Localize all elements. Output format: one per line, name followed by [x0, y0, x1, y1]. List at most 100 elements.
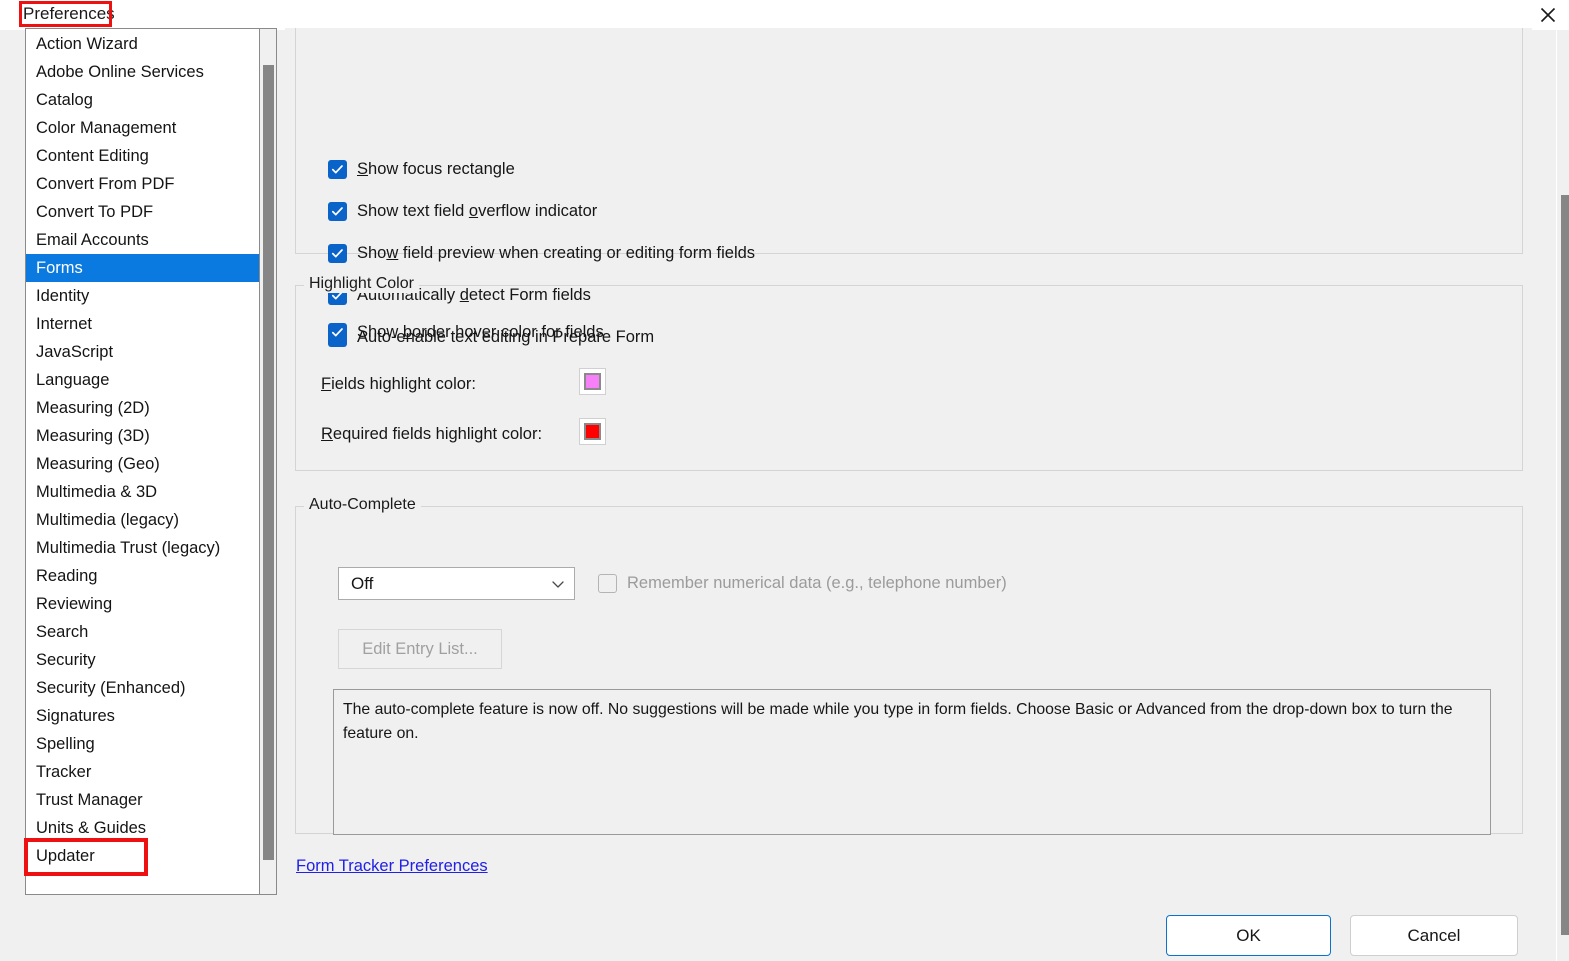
sidebar-item-search[interactable]: Search	[26, 618, 259, 646]
sidebar-scrollbar-thumb[interactable]	[263, 65, 274, 860]
checkbox-check-icon[interactable]	[328, 243, 347, 263]
edit-entry-list-button[interactable]: Edit Entry List...	[338, 629, 502, 669]
sidebar-item-forms[interactable]: Forms	[26, 254, 259, 282]
close-icon[interactable]	[1527, 0, 1569, 30]
sidebar-item-color-management[interactable]: Color Management	[26, 114, 259, 142]
checkbox-label-show-overflow-indicator: Show text field overflow indicator	[357, 202, 598, 220]
sidebar-item-reading[interactable]: Reading	[26, 562, 259, 590]
page-scrollbar[interactable]	[1557, 30, 1569, 961]
title-bar: Preferences	[0, 0, 1569, 30]
sidebar-item-label: Content Editing	[36, 147, 149, 165]
required-fields-highlight-color-swatch-button[interactable]	[579, 418, 606, 445]
sidebar-item-measuring-3d[interactable]: Measuring (3D)	[26, 422, 259, 450]
sidebar-item-convert-from-pdf[interactable]: Convert From PDF	[26, 170, 259, 198]
sidebar-item-label: Security (Enhanced)	[36, 679, 186, 697]
checkbox-label-show-field-preview: Show field preview when creating or edit…	[357, 244, 756, 262]
sidebar-item-measuring-2d[interactable]: Measuring (2D)	[26, 394, 259, 422]
checkbox-label-remember-numerical-data: Remember numerical data (e.g., telephone…	[627, 574, 1007, 592]
sidebar-item-label: Reading	[36, 567, 98, 585]
sidebar-item-action-wizard[interactable]: Action Wizard	[26, 30, 259, 58]
checkbox-check-icon[interactable]	[328, 322, 347, 342]
sidebar-item-adobe-online-services[interactable]: Adobe Online Services	[26, 58, 259, 86]
sidebar-item-multimedia-3d[interactable]: Multimedia & 3D	[26, 478, 259, 506]
sidebar-item-email-accounts[interactable]: Email Accounts	[26, 226, 259, 254]
fields-highlight-color-label: Fields highlight color:	[321, 375, 477, 393]
highlight-color-group: Highlight Color Show border hover color …	[295, 275, 1523, 471]
checkbox-row-show-field-preview[interactable]: Show field preview when creating or edit…	[328, 243, 755, 263]
sidebar-item-updater[interactable]: Updater	[26, 842, 259, 870]
auto-complete-mode-value: Off	[351, 573, 374, 593]
sidebar-item-label: Multimedia (legacy)	[36, 511, 180, 529]
auto-complete-description-textbox: The auto-complete feature is now off. No…	[333, 689, 1491, 835]
sidebar-item-label: Measuring (2D)	[36, 399, 150, 417]
sidebar-item-label: Email Accounts	[36, 231, 149, 249]
sidebar-item-internet[interactable]: Internet	[26, 310, 259, 338]
sidebar-item-multimedia-legacy[interactable]: Multimedia (legacy)	[26, 506, 259, 534]
sidebar-scrollbar[interactable]	[259, 29, 276, 894]
checkbox-row-remember-numerical-data[interactable]: Remember numerical data (e.g., telephone…	[598, 573, 1007, 593]
sidebar-item-label: Color Management	[36, 119, 177, 137]
auto-complete-group: Auto-Complete Off Remember numerical dat…	[295, 496, 1523, 835]
ok-button[interactable]: OK	[1166, 915, 1331, 956]
checkbox-empty-icon[interactable]	[598, 573, 617, 593]
sidebar-item-convert-to-pdf[interactable]: Convert To PDF	[26, 198, 259, 226]
sidebar-item-label: Spelling	[36, 735, 95, 753]
sidebar-item-label: Reviewing	[36, 595, 113, 613]
checkbox-row-show-focus-rectangle[interactable]: Show focus rectangle	[328, 159, 515, 179]
sidebar-item-label: Multimedia & 3D	[36, 483, 158, 501]
sidebar-item-label: Multimedia Trust (legacy)	[36, 539, 221, 557]
checkbox-label-show-border-hover-color: Show border hover color for fields	[357, 323, 604, 341]
sidebar-item-label: Adobe Online Services	[36, 63, 204, 81]
sidebar-item-label: Catalog	[36, 91, 93, 109]
sidebar-item-tracker[interactable]: Tracker	[26, 758, 259, 786]
sidebar-item-units-guides[interactable]: Units & Guides	[26, 814, 259, 842]
color-chip	[584, 373, 601, 390]
sidebar-item-spelling[interactable]: Spelling	[26, 730, 259, 758]
highlight-color-legend: Highlight Color	[304, 275, 419, 293]
sidebar-item-trust-manager[interactable]: Trust Manager	[26, 786, 259, 814]
general-options-group: Show focus rectangle Show text field ove…	[295, 28, 1523, 347]
sidebar-item-language[interactable]: Language	[26, 366, 259, 394]
sidebar-item-label: Action Wizard	[36, 35, 138, 53]
sidebar-item-label: Identity	[36, 287, 90, 305]
sidebar-item-content-editing[interactable]: Content Editing	[26, 142, 259, 170]
preferences-category-list[interactable]: Action Wizard Adobe Online Services Catalo…	[25, 28, 277, 895]
checkbox-check-icon[interactable]	[328, 201, 347, 221]
sidebar-item-label: Tracker	[36, 763, 92, 781]
preferences-dialog: Preferences Action Wizard Adobe Online Se…	[0, 0, 1569, 961]
cancel-button[interactable]: Cancel	[1350, 915, 1518, 956]
checkbox-check-icon[interactable]	[328, 159, 347, 179]
sidebar-item-label: Units & Guides	[36, 819, 147, 837]
sidebar-item-label: JavaScript	[36, 343, 114, 361]
form-tracker-preferences-link[interactable]: Form Tracker Preferences	[296, 857, 488, 876]
sidebar-item-security-enhanced[interactable]: Security (Enhanced)	[26, 674, 259, 702]
sidebar-item-multimedia-trust-legacy[interactable]: Multimedia Trust (legacy)	[26, 534, 259, 562]
color-chip	[584, 423, 601, 440]
required-fields-highlight-color-label: Required fields highlight color:	[321, 425, 543, 443]
sidebar-item-security[interactable]: Security	[26, 646, 259, 674]
sidebar-item-javascript[interactable]: JavaScript	[26, 338, 259, 366]
sidebar-item-catalog[interactable]: Catalog	[26, 86, 259, 114]
chevron-down-icon	[550, 576, 566, 592]
sidebar-item-identity[interactable]: Identity	[26, 282, 259, 310]
sidebar-item-label: Measuring (Geo)	[36, 455, 160, 473]
sidebar-item-label: Convert From PDF	[36, 175, 175, 193]
sidebar-item-label: Trust Manager	[36, 791, 143, 809]
page-scrollbar-thumb[interactable]	[1561, 195, 1569, 935]
sidebar-item-label: Security	[36, 651, 96, 669]
sidebar-item-signatures[interactable]: Signatures	[26, 702, 259, 730]
checkbox-row-show-border-hover-color[interactable]: Show border hover color for fields	[328, 322, 604, 342]
checkbox-row-show-overflow-indicator[interactable]: Show text field overflow indicator	[328, 201, 597, 221]
checkbox-label-show-focus-rectangle: Show focus rectangle	[357, 160, 515, 178]
sidebar-item-label: Convert To PDF	[36, 203, 154, 221]
sidebar-item-label: Forms	[36, 259, 83, 277]
dialog-title: Preferences	[23, 4, 115, 23]
auto-complete-mode-dropdown[interactable]: Off	[338, 567, 575, 600]
sidebar-item-label: Measuring (3D)	[36, 427, 150, 445]
sidebar-item-measuring-geo[interactable]: Measuring (Geo)	[26, 450, 259, 478]
sidebar-item-reviewing[interactable]: Reviewing	[26, 590, 259, 618]
sidebar-items: Action Wizard Adobe Online Services Catalo…	[26, 29, 259, 894]
fields-highlight-color-swatch-button[interactable]	[579, 368, 606, 395]
sidebar-item-label: Language	[36, 371, 110, 389]
sidebar-item-label: Internet	[36, 315, 92, 333]
